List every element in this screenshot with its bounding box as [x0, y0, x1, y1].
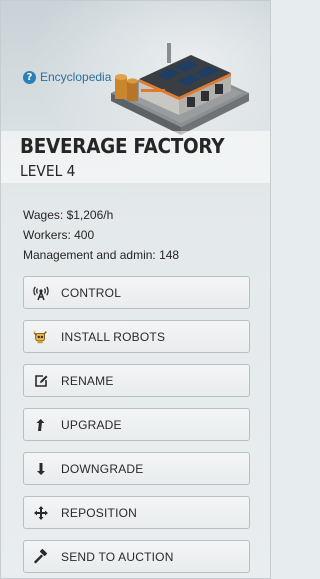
gavel-icon	[33, 548, 49, 565]
send-to-auction-button[interactable]: SEND TO AUCTION	[23, 540, 250, 573]
management-stat: Management and admin: 148	[23, 248, 180, 262]
downgrade-button[interactable]: DOWNGRADE	[23, 452, 250, 485]
control-label: CONTROL	[61, 285, 122, 300]
arrow-down-icon	[33, 461, 49, 477]
install-robots-label: INSTALL ROBOTS	[61, 329, 166, 344]
edit-icon	[33, 373, 49, 389]
upgrade-button[interactable]: UPGRADE	[23, 408, 250, 441]
reposition-label: REPOSITION	[61, 505, 138, 520]
rename-button[interactable]: RENAME	[23, 364, 250, 397]
question-circle-icon: ?	[23, 70, 36, 84]
rename-label: RENAME	[61, 373, 114, 388]
move-icon	[33, 505, 49, 521]
downgrade-label: DOWNGRADE	[61, 461, 144, 476]
building-panel: ? Encyclopedia BEVERAGE FACTORY LEVEL 4 …	[0, 0, 271, 579]
send-to-auction-label: SEND TO AUCTION	[61, 549, 174, 564]
upgrade-label: UPGRADE	[61, 417, 122, 432]
encyclopedia-label: Encyclopedia	[40, 70, 112, 84]
building-title: BEVERAGE FACTORY	[20, 134, 225, 158]
antenna-icon	[33, 285, 49, 301]
reposition-button[interactable]: REPOSITION	[23, 496, 250, 529]
control-button[interactable]: CONTROL	[23, 276, 250, 309]
wages-stat: Wages: $1,206/h	[23, 208, 114, 222]
workers-stat: Workers: 400	[23, 228, 95, 242]
building-stats: Wages: $1,206/h Workers: 400 Management …	[23, 207, 179, 267]
beverage-factory-image	[111, 43, 249, 135]
encyclopedia-link[interactable]: ? Encyclopedia	[23, 70, 111, 84]
building-level: LEVEL 4	[20, 162, 76, 180]
robot-icon	[33, 329, 49, 345]
arrow-up-icon	[33, 417, 49, 433]
install-robots-button[interactable]: INSTALL ROBOTS	[23, 320, 250, 353]
